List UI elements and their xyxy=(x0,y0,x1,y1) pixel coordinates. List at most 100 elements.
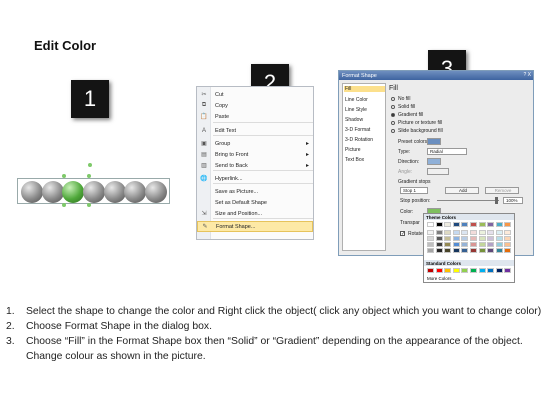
color-swatch[interactable] xyxy=(470,222,477,227)
color-swatch[interactable] xyxy=(487,248,495,253)
ball-shape[interactable] xyxy=(83,181,105,203)
color-swatch[interactable] xyxy=(452,236,460,241)
color-swatch[interactable] xyxy=(504,230,512,235)
color-swatch[interactable] xyxy=(435,268,443,273)
ball-shape-selected[interactable] xyxy=(62,181,84,203)
radio-background-fill[interactable] xyxy=(391,129,395,133)
preset-colors-dropdown[interactable] xyxy=(427,138,441,145)
color-swatch[interactable] xyxy=(444,248,452,253)
ball-shape[interactable] xyxy=(145,181,167,203)
color-swatch[interactable] xyxy=(478,222,486,227)
stop-position-slider[interactable] xyxy=(437,200,499,201)
color-swatch[interactable] xyxy=(435,236,443,241)
color-swatch[interactable] xyxy=(487,222,495,227)
color-swatch[interactable] xyxy=(444,268,452,273)
color-swatch[interactable] xyxy=(427,268,434,273)
rotation-handle[interactable] xyxy=(88,163,92,167)
color-swatch[interactable] xyxy=(452,268,460,273)
color-swatch[interactable] xyxy=(452,248,460,253)
angle-field[interactable] xyxy=(427,168,449,175)
ball-shape[interactable] xyxy=(104,181,126,203)
color-swatch[interactable] xyxy=(495,222,503,227)
color-swatch[interactable] xyxy=(495,236,503,241)
category-line-color[interactable]: Line Color xyxy=(345,97,368,103)
color-swatch[interactable] xyxy=(495,230,503,235)
color-swatch[interactable] xyxy=(452,242,460,247)
resize-handle[interactable] xyxy=(87,174,91,178)
color-swatch[interactable] xyxy=(495,268,503,273)
resize-handle[interactable] xyxy=(62,203,66,207)
color-swatch[interactable] xyxy=(487,268,495,273)
color-swatch[interactable] xyxy=(495,248,503,253)
color-swatch[interactable] xyxy=(478,236,486,241)
shape-group[interactable] xyxy=(17,178,170,204)
color-swatch[interactable] xyxy=(487,236,495,241)
color-swatch[interactable] xyxy=(461,242,469,247)
color-swatch[interactable] xyxy=(495,242,503,247)
more-colors-link[interactable]: More Colors... xyxy=(427,276,455,281)
color-swatch[interactable] xyxy=(461,248,469,253)
ball-shape[interactable] xyxy=(124,181,146,203)
color-swatch[interactable] xyxy=(470,236,477,241)
type-select[interactable]: Radial xyxy=(427,148,467,155)
color-swatch[interactable] xyxy=(487,230,495,235)
color-swatch[interactable] xyxy=(478,248,486,253)
direction-dropdown[interactable] xyxy=(427,158,441,165)
stop-position-field[interactable]: 100% xyxy=(503,197,523,204)
menu-item-cut[interactable]: ✂ Cut xyxy=(197,89,313,100)
color-swatch[interactable] xyxy=(504,242,512,247)
color-swatch[interactable] xyxy=(452,230,460,235)
ball-shape[interactable] xyxy=(42,181,64,203)
color-swatch[interactable] xyxy=(504,268,512,273)
color-swatch[interactable] xyxy=(504,248,512,253)
radio-no-fill[interactable] xyxy=(391,97,395,101)
color-swatch[interactable] xyxy=(444,222,452,227)
stop-select[interactable]: Stop 1 xyxy=(400,187,428,194)
color-swatch[interactable] xyxy=(478,268,486,273)
radio-gradient-fill[interactable] xyxy=(391,113,395,117)
color-swatch[interactable] xyxy=(427,242,434,247)
color-swatch[interactable] xyxy=(452,222,460,227)
category-line-style[interactable]: Line Style xyxy=(345,107,367,113)
color-swatch[interactable] xyxy=(478,230,486,235)
color-swatch[interactable] xyxy=(444,242,452,247)
color-swatch[interactable] xyxy=(461,268,469,273)
category-shadow[interactable]: Shadow xyxy=(345,117,363,123)
color-swatch[interactable] xyxy=(470,268,477,273)
category-text-box[interactable]: Text Box xyxy=(345,157,364,163)
menu-item-format-shape[interactable]: ✎ Format Shape... xyxy=(197,221,313,232)
menu-item-paste[interactable]: 📋 Paste xyxy=(197,111,313,122)
color-swatch[interactable] xyxy=(427,230,434,235)
category-3d-format[interactable]: 3-D Format xyxy=(345,127,370,133)
color-swatch[interactable] xyxy=(435,230,443,235)
rotate-checkbox[interactable]: ✓ xyxy=(400,231,405,237)
color-swatch[interactable] xyxy=(435,242,443,247)
color-swatch[interactable] xyxy=(487,242,495,247)
color-swatch[interactable] xyxy=(470,242,477,247)
category-fill[interactable]: Fill xyxy=(344,86,385,92)
color-swatch[interactable] xyxy=(461,230,469,235)
color-swatch[interactable] xyxy=(444,236,452,241)
dialog-title-buttons[interactable]: ? X xyxy=(523,72,531,78)
resize-handle[interactable] xyxy=(87,203,91,207)
color-swatch[interactable] xyxy=(478,242,486,247)
color-swatch[interactable] xyxy=(470,248,477,253)
add-stop-button[interactable]: Add xyxy=(445,187,479,194)
color-swatch[interactable] xyxy=(427,248,434,253)
resize-handle[interactable] xyxy=(62,174,66,178)
menu-item-set-as-default-shape[interactable]: Set as Default Shape xyxy=(197,197,313,208)
color-swatch[interactable] xyxy=(427,236,434,241)
menu-item-save-as-picture[interactable]: Save as Picture... xyxy=(197,186,313,197)
color-swatch[interactable] xyxy=(435,248,443,253)
category-3d-rotation[interactable]: 3-D Rotation xyxy=(345,137,373,143)
category-picture[interactable]: Picture xyxy=(345,147,361,153)
remove-stop-button[interactable]: Remove xyxy=(485,187,519,194)
slider-thumb[interactable] xyxy=(495,197,498,204)
color-swatch[interactable] xyxy=(461,236,469,241)
color-swatch[interactable] xyxy=(427,222,434,227)
color-swatch[interactable] xyxy=(444,230,452,235)
color-swatch[interactable] xyxy=(461,222,469,227)
color-swatch[interactable] xyxy=(504,222,512,227)
radio-solid-fill[interactable] xyxy=(391,105,395,109)
ball-shape[interactable] xyxy=(21,181,43,203)
